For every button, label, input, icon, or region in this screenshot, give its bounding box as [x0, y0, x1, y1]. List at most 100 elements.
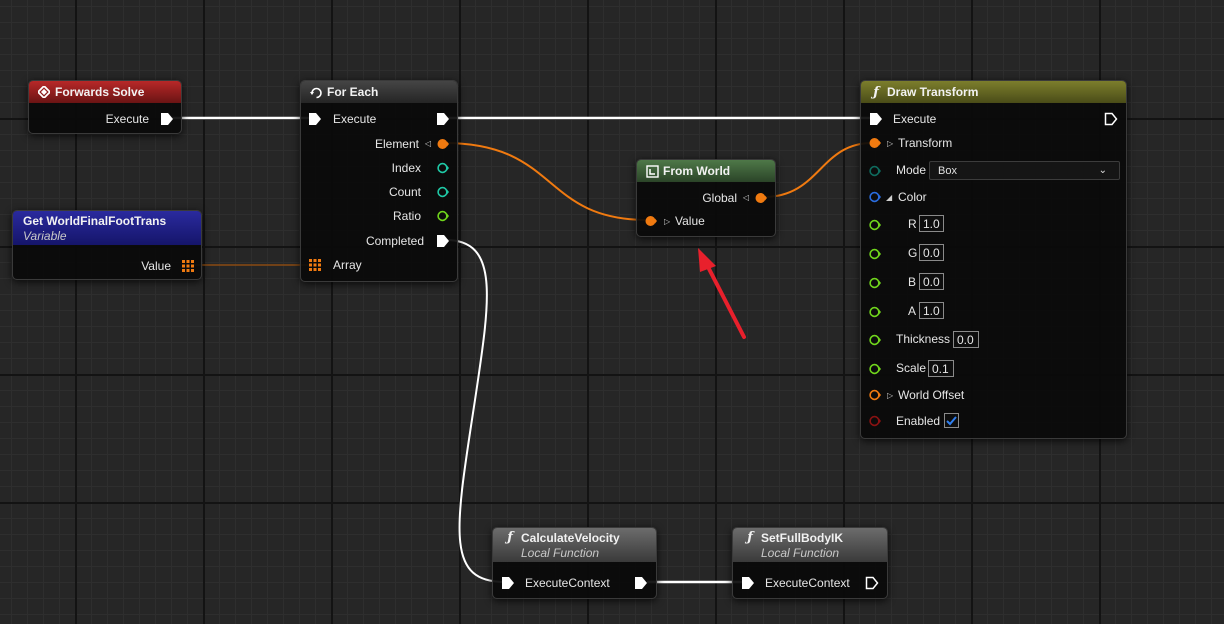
for-each-ratio-label: Ratio: [392, 209, 421, 223]
transform-pin-icon[interactable]: [755, 192, 767, 204]
function-icon: ƒ: [747, 530, 753, 545]
draw-transform-execute-label: Execute: [893, 112, 937, 126]
for-each-header[interactable]: For Each: [301, 81, 457, 103]
expand-arrow-icon[interactable]: ◁: [425, 139, 431, 148]
bool-pin-icon[interactable]: [869, 415, 881, 427]
exec-out-outline-pin-icon[interactable]: [865, 576, 879, 590]
exec-in-pin-icon[interactable]: [501, 576, 515, 590]
set-full-body-ik-context-label: ExecuteContext: [765, 576, 850, 590]
loop-icon: [309, 86, 323, 99]
transform-pin-icon[interactable]: [437, 138, 449, 150]
set-full-body-ik-node[interactable]: ƒ SetFullBodyIK Local Function ExecuteCo…: [732, 527, 888, 599]
exec-in-pin-icon[interactable]: [741, 576, 755, 590]
float-pin-icon[interactable]: [869, 219, 881, 231]
checkmark-icon: [946, 416, 957, 426]
draw-transform-enabled-label: Enabled: [896, 414, 941, 428]
calculate-velocity-node[interactable]: ƒ CalculateVelocity Local Function Execu…: [492, 527, 657, 599]
color-a-input[interactable]: 1.0: [919, 302, 944, 319]
for-each-title: For Each: [327, 85, 379, 99]
calculate-velocity-header[interactable]: ƒ CalculateVelocity Local Function: [493, 528, 656, 562]
set-full-body-ik-title: SetFullBodyIK: [761, 530, 844, 545]
transform-pin-icon[interactable]: [869, 137, 881, 149]
draw-transform-mode-label: Mode: [896, 163, 927, 177]
function-icon: ƒ: [873, 84, 879, 100]
exec-out-pin-icon[interactable]: [634, 576, 648, 590]
calculate-velocity-context-label: ExecuteContext: [525, 576, 610, 590]
collapse-arrow-icon[interactable]: ◢: [886, 193, 892, 202]
convert-icon: [645, 164, 659, 178]
for-each-index-label: Index: [391, 161, 421, 175]
color-b-label: B: [908, 275, 917, 289]
draw-transform-title: Draw Transform: [887, 85, 979, 99]
element-to-fromworld-wire: [443, 142, 649, 221]
float-pin-icon[interactable]: [869, 306, 881, 318]
float-pin-icon[interactable]: [869, 277, 881, 289]
float-pin-icon[interactable]: [437, 210, 449, 222]
draw-transform-header[interactable]: ƒ Draw Transform: [861, 81, 1126, 103]
float-pin-icon[interactable]: [869, 334, 881, 346]
exec-out-pin-icon[interactable]: [160, 112, 174, 126]
expand-arrow-icon[interactable]: ▷: [887, 139, 893, 148]
from-world-title: From World: [663, 164, 731, 178]
set-full-body-ik-header[interactable]: ƒ SetFullBodyIK Local Function: [733, 528, 887, 562]
function-icon: ƒ: [507, 530, 513, 545]
color-g-label: G: [908, 246, 918, 260]
draw-transform-transform-label: Transform: [898, 136, 953, 150]
transform-outline-pin-icon[interactable]: [869, 389, 881, 401]
thickness-input[interactable]: 0.0: [953, 331, 979, 348]
get-variable-subtitle: Variable: [23, 228, 67, 243]
for-each-element-label: Element: [374, 137, 419, 151]
exec-in-pin-icon[interactable]: [869, 112, 883, 126]
exec-out-outline-pin-icon[interactable]: [1104, 112, 1118, 126]
exec-out-pin-icon[interactable]: [436, 234, 450, 248]
chevron-down-icon: ⌄: [1098, 165, 1107, 176]
get-variable-header[interactable]: Get WorldFinalFootTrans Variable: [13, 211, 201, 245]
from-world-value-label: Value: [675, 214, 705, 228]
float-pin-icon[interactable]: [869, 248, 881, 260]
scale-input[interactable]: 0.1: [928, 360, 954, 377]
expand-arrow-icon[interactable]: ▷: [664, 217, 670, 226]
array-pin-icon[interactable]: [309, 259, 321, 271]
for-each-completed-label: Completed: [365, 234, 424, 248]
enum-pin-icon[interactable]: [869, 165, 881, 177]
color-r-input[interactable]: 1.0: [919, 215, 944, 232]
get-variable-title: Get WorldFinalFootTrans: [23, 213, 167, 228]
forwards-solve-title: Forwards Solve: [55, 85, 145, 99]
enabled-checkbox[interactable]: [944, 413, 959, 428]
transform-pin-icon[interactable]: [645, 215, 657, 227]
global-to-transform-wire: [763, 142, 873, 198]
draw-transform-scale-label: Scale: [896, 361, 927, 375]
exec-out-pin-icon[interactable]: [436, 112, 450, 126]
exec-in-pin-icon[interactable]: [308, 112, 322, 126]
forwards-solve-header[interactable]: Forwards Solve: [29, 81, 181, 103]
event-diamond-icon: [37, 86, 51, 98]
set-full-body-ik-subtitle: Local Function: [761, 546, 840, 560]
int-pin-icon[interactable]: [437, 186, 449, 198]
color-pin-icon[interactable]: [869, 191, 881, 203]
array-pin-icon[interactable]: [182, 260, 194, 272]
mode-dropdown[interactable]: Box ⌄: [929, 161, 1120, 180]
for-each-count-label: Count: [388, 185, 421, 199]
draw-transform-node[interactable]: ƒ Draw Transform Execute ▷ Transform Mod…: [860, 80, 1127, 439]
from-world-global-label: Global: [702, 191, 737, 205]
int-pin-icon[interactable]: [437, 162, 449, 174]
forwards-solve-node[interactable]: Forwards Solve Execute: [28, 80, 182, 134]
draw-transform-thickness-label: Thickness: [896, 332, 951, 346]
from-world-node[interactable]: From World Global ◁ ▷ Value: [636, 159, 776, 237]
for-each-array-label: Array: [333, 258, 362, 272]
mode-value: Box: [938, 165, 957, 177]
for-each-execute-label: Execute: [333, 112, 377, 126]
color-b-input[interactable]: 0.0: [919, 273, 944, 290]
forwards-solve-exec-label: Execute: [105, 112, 149, 126]
float-pin-icon[interactable]: [869, 363, 881, 375]
calculate-velocity-subtitle: Local Function: [521, 546, 600, 560]
from-world-header[interactable]: From World: [637, 160, 775, 182]
expand-arrow-icon[interactable]: ▷: [887, 391, 893, 400]
calculate-velocity-title: CalculateVelocity: [521, 530, 620, 545]
draw-transform-color-label: Color: [898, 190, 927, 204]
expand-arrow-icon[interactable]: ◁: [743, 193, 749, 202]
color-g-input[interactable]: 0.0: [919, 244, 944, 261]
annotation-arrow: [698, 248, 746, 339]
for-each-node[interactable]: For Each Execute Element ◁ Index Count R…: [300, 80, 458, 282]
get-variable-node[interactable]: Get WorldFinalFootTrans Variable Value: [12, 210, 202, 280]
